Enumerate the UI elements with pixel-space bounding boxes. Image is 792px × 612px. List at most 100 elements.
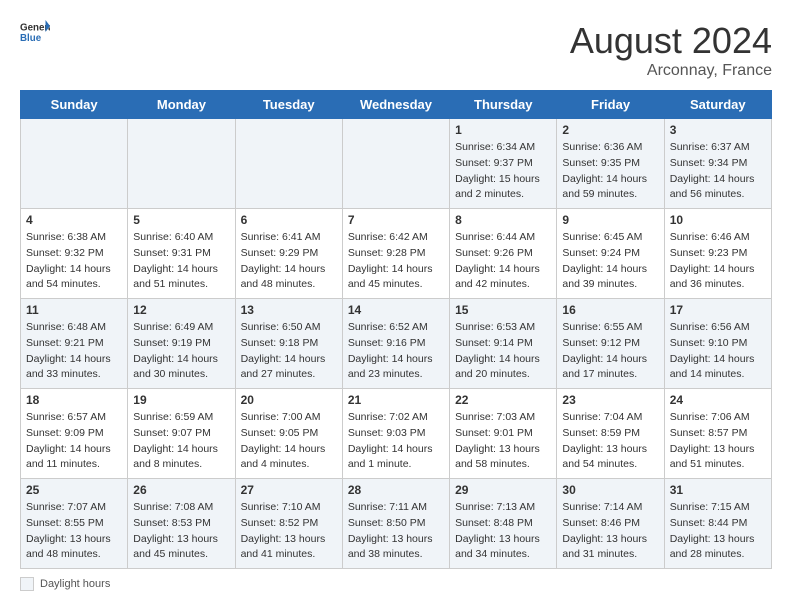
sunset-text: Sunset: 9:01 PM [455,426,551,442]
logo[interactable]: General Blue [20,20,50,44]
day-number: 12 [133,303,229,317]
sunset-text: Sunset: 8:44 PM [670,516,766,532]
day-number: 23 [562,393,658,407]
sunrise-text: Sunrise: 6:56 AM [670,320,766,336]
table-row: 22 Sunrise: 7:03 AMSunset: 9:01 PMDayligh… [450,389,557,479]
footer-note: Daylight hours [20,577,772,591]
daylight-text: Daylight: 14 hours and 48 minutes. [241,262,337,294]
sunset-text: Sunset: 9:34 PM [670,156,766,172]
sunset-text: Sunset: 8:59 PM [562,426,658,442]
sunrise-text: Sunrise: 6:49 AM [133,320,229,336]
day-number: 24 [670,393,766,407]
table-row: 9Sunrise: 6:45 AMSunset: 9:24 PMDaylight… [557,209,664,299]
sunset-text: Sunset: 9:21 PM [26,336,122,352]
table-row: 11 Sunrise: 6:48 AMSunset: 9:21 PMDayligh… [21,299,128,389]
daylight-text: Daylight: 13 hours and 34 minutes. [455,532,551,564]
table-row: 10 Sunrise: 6:46 AMSunset: 9:23 PMDayligh… [664,209,771,299]
table-row [128,119,235,209]
daylight-text: Daylight: 14 hours and 33 minutes. [26,352,122,384]
page-header: General Blue August 2024 Arconnay, Franc… [20,20,772,80]
table-row: 13Sunrise: 6:50 AMSunset: 9:18 PMDayligh… [235,299,342,389]
sunrise-text: Sunrise: 6:42 AM [348,230,444,246]
day-info: Sunrise: 6:48 AMSunset: 9:21 PMDaylight:… [26,320,122,383]
sunrise-text: Sunrise: 7:11 AM [348,500,444,516]
calendar-table: Sunday Monday Tuesday Wednesday Thursday… [20,90,772,569]
table-row: 25Sunrise: 7:07 AMSunset: 8:55 PMDayligh… [21,479,128,569]
table-row: 29Sunrise: 7:13 AMSunset: 8:48 PMDayligh… [450,479,557,569]
sunrise-text: Sunrise: 6:52 AM [348,320,444,336]
day-number: 17 [670,303,766,317]
day-info: Sunrise: 6:34 AMSunset: 9:37 PMDaylight:… [455,140,551,203]
day-info: Sunrise: 6:37 AMSunset: 9:34 PMDaylight:… [670,140,766,203]
table-row: 31Sunrise: 7:15 AMSunset: 8:44 PMDayligh… [664,479,771,569]
day-info: Sunrise: 7:03 AMSunset: 9:01 PMDaylight:… [455,410,551,473]
day-info: Sunrise: 6:55 AMSunset: 9:12 PMDaylight:… [562,320,658,383]
sunset-text: Sunset: 9:32 PM [26,246,122,262]
sunrise-text: Sunrise: 6:45 AM [562,230,658,246]
table-row: 5Sunrise: 6:40 AMSunset: 9:31 PMDaylight… [128,209,235,299]
daylight-text: Daylight: 14 hours and 54 minutes. [26,262,122,294]
day-info: Sunrise: 7:02 AMSunset: 9:03 PMDaylight:… [348,410,444,473]
daylight-text: Daylight: 14 hours and 17 minutes. [562,352,658,384]
day-number: 8 [455,213,551,227]
daylight-text: Daylight: 14 hours and 39 minutes. [562,262,658,294]
table-row: 24 Sunrise: 7:06 AMSunset: 8:57 PMDayligh… [664,389,771,479]
table-row: 18Sunrise: 6:57 AMSunset: 9:09 PMDayligh… [21,389,128,479]
day-info: Sunrise: 6:41 AMSunset: 9:29 PMDaylight:… [241,230,337,293]
table-row: 14Sunrise: 6:52 AMSunset: 9:16 PMDayligh… [342,299,449,389]
day-number: 11 [26,303,122,317]
table-row: 1Sunrise: 6:34 AMSunset: 9:37 PMDaylight… [450,119,557,209]
day-info: Sunrise: 6:42 AMSunset: 9:28 PMDaylight:… [348,230,444,293]
day-number: 22 [455,393,551,407]
day-number: 21 [348,393,444,407]
month-year-title: August 2024 [570,20,772,62]
table-row: 6 Sunrise: 6:41 AMSunset: 9:29 PMDaylight… [235,209,342,299]
daylight-text: Daylight: 14 hours and 56 minutes. [670,172,766,204]
daylight-text: Daylight: 14 hours and 14 minutes. [670,352,766,384]
day-info: Sunrise: 7:06 AMSunset: 8:57 PMDaylight:… [670,410,766,473]
sunset-text: Sunset: 9:03 PM [348,426,444,442]
daylight-text: Daylight: 14 hours and 45 minutes. [348,262,444,294]
daylight-text: Daylight: 13 hours and 54 minutes. [562,442,658,474]
sunset-text: Sunset: 9:26 PM [455,246,551,262]
day-number: 30 [562,483,658,497]
day-number: 6 [241,213,337,227]
daylight-text: Daylight: 13 hours and 31 minutes. [562,532,658,564]
sunset-text: Sunset: 8:50 PM [348,516,444,532]
sunset-text: Sunset: 9:10 PM [670,336,766,352]
daylight-text: Daylight: 14 hours and 1 minute. [348,442,444,474]
sunset-text: Sunset: 8:52 PM [241,516,337,532]
day-number: 10 [670,213,766,227]
daylight-text: Daylight: 14 hours and 30 minutes. [133,352,229,384]
sunrise-text: Sunrise: 7:15 AM [670,500,766,516]
sunset-text: Sunset: 9:31 PM [133,246,229,262]
sunrise-text: Sunrise: 7:07 AM [26,500,122,516]
sunrise-text: Sunrise: 6:48 AM [26,320,122,336]
sunset-text: Sunset: 9:19 PM [133,336,229,352]
day-info: Sunrise: 6:59 AMSunset: 9:07 PMDaylight:… [133,410,229,473]
sunset-text: Sunset: 8:57 PM [670,426,766,442]
sunrise-text: Sunrise: 6:59 AM [133,410,229,426]
daylight-text: Daylight: 14 hours and 4 minutes. [241,442,337,474]
sunset-text: Sunset: 9:12 PM [562,336,658,352]
table-row: 21 Sunrise: 7:02 AMSunset: 9:03 PMDayligh… [342,389,449,479]
sunset-text: Sunset: 9:18 PM [241,336,337,352]
day-info: Sunrise: 6:50 AMSunset: 9:18 PMDaylight:… [241,320,337,383]
day-info: Sunrise: 7:04 AMSunset: 8:59 PMDaylight:… [562,410,658,473]
day-number: 3 [670,123,766,137]
col-sunday: Sunday [21,91,128,119]
svg-text:Blue: Blue [20,33,42,44]
table-row: 23 Sunrise: 7:04 AMSunset: 8:59 PMDayligh… [557,389,664,479]
day-info: Sunrise: 6:46 AMSunset: 9:23 PMDaylight:… [670,230,766,293]
table-row [235,119,342,209]
day-info: Sunrise: 7:11 AMSunset: 8:50 PMDaylight:… [348,500,444,563]
day-number: 7 [348,213,444,227]
daylight-text: Daylight: 13 hours and 51 minutes. [670,442,766,474]
col-thursday: Thursday [450,91,557,119]
day-number: 4 [26,213,122,227]
sunrise-text: Sunrise: 6:46 AM [670,230,766,246]
day-number: 29 [455,483,551,497]
sunset-text: Sunset: 9:09 PM [26,426,122,442]
daylight-text: Daylight: 15 hours and 2 minutes. [455,172,551,204]
sunset-text: Sunset: 8:55 PM [26,516,122,532]
